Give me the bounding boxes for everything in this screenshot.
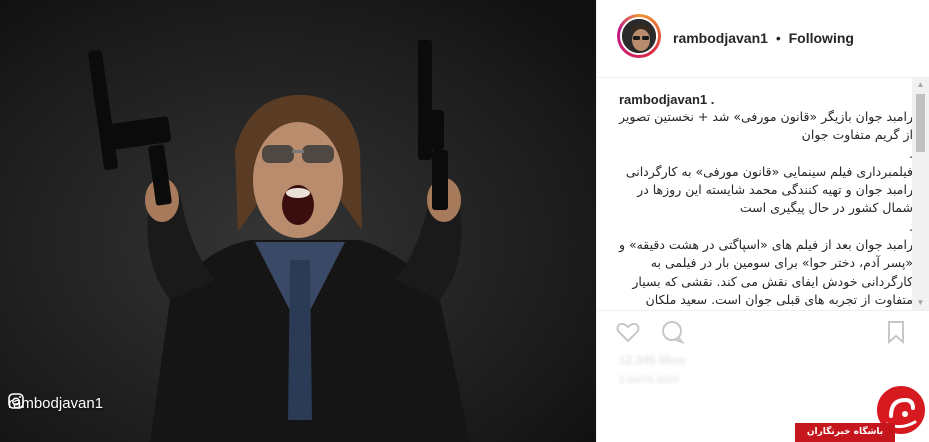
scroll-up-arrow-icon[interactable]: ▲ (912, 78, 929, 92)
header-separator: • (775, 30, 781, 46)
post-time: 2 DAYS AGO (619, 375, 680, 386)
heart-icon[interactable] (615, 319, 641, 345)
following-button[interactable]: Following (789, 30, 854, 46)
instagram-icon (8, 393, 24, 409)
scroll-down-arrow-icon[interactable]: ▼ (912, 296, 929, 310)
header-text: rambodjavan1 • Following (673, 30, 854, 46)
photo-illustration (0, 0, 596, 442)
caption-line: شمال کشور در حال پیگیری است (739, 200, 913, 216)
caption-line: رامبد جوان بازیگر «قانون مورفی» شد + نخس… (619, 109, 913, 124)
post-header: rambodjavan1 • Following (597, 0, 929, 78)
header-username[interactable]: rambodjavan1 (673, 30, 768, 46)
post-side-panel: rambodjavan1 • Following rambodjavan1 . … (596, 0, 929, 442)
caption-line: رامبد جوان بعد از فیلم های «اسپاگتی در ه… (618, 237, 913, 253)
avatar-story-ring[interactable] (617, 14, 661, 58)
bookmark-icon[interactable] (883, 319, 909, 345)
scrollbar-thumb[interactable] (916, 94, 925, 152)
caption-area: rambodjavan1 . رامبد جوان بازیگر «قانون … (597, 78, 929, 310)
caption-line: فیلمبرداری فیلم سینمایی «قانون مورفی» به… (625, 163, 913, 179)
avatar[interactable] (620, 17, 658, 55)
caption-line: «پسر آدم، دختر حوا» برای سومین بار در فی… (650, 255, 913, 271)
post-photo[interactable]: rambodjavan1 (0, 0, 596, 442)
likes-count[interactable]: 12,345 likes (619, 353, 686, 367)
avatar-image (622, 19, 656, 53)
caption-line: رامبد جوان و تهیه کنندگی محمد شایسته این… (637, 182, 913, 198)
logo-banner-text: باشگاه خبرنگاران (795, 423, 895, 442)
caption-line: . (909, 145, 913, 161)
photo-watermark: rambodjavan1 (8, 393, 103, 413)
caption-text: رامبد جوان بازیگر «قانون مورفی» شد + نخس… (613, 108, 913, 309)
caption-line: . (909, 218, 913, 234)
caption-line: کارگردانی خودش ایفای نقش می کند. نقشی که… (632, 273, 913, 289)
caption-line: متفاوت از تجربه های قبلی جوان است. سعید … (645, 291, 913, 307)
caption-line: از گریم متفاوت جوان (801, 127, 913, 143)
site-logo: باشگاه خبرنگاران (795, 382, 929, 442)
caption-scrollbar[interactable]: ▲ ▼ (912, 78, 929, 310)
caption-username[interactable]: rambodjavan1 . (619, 92, 714, 107)
comment-icon[interactable] (659, 319, 685, 345)
